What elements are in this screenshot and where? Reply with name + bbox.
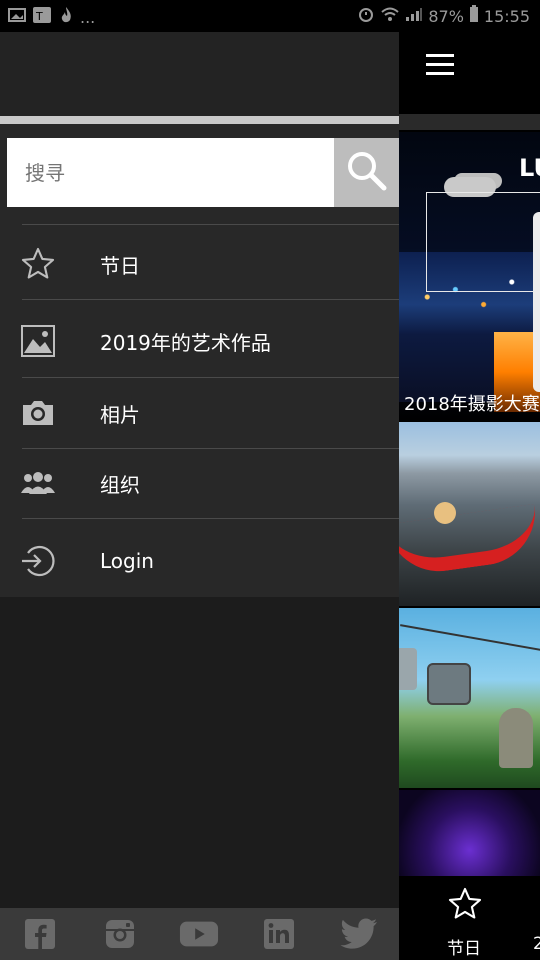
social-bar: [0, 908, 399, 960]
sidebar-item-label: 组织: [100, 472, 140, 497]
tab-next-label[interactable]: 2: [533, 934, 540, 954]
camera-icon: [20, 395, 56, 431]
alarm-icon: [357, 5, 375, 27]
battery-percent: 87%: [428, 6, 464, 26]
star-icon: [20, 246, 56, 282]
login-icon: [20, 543, 56, 579]
facebook-icon[interactable]: [20, 914, 60, 954]
cable-line: [400, 624, 540, 654]
menu-divider: [22, 518, 399, 519]
sidebar-item-label: 节日: [100, 253, 140, 278]
header-divider: [399, 114, 540, 130]
sidebar-item-login[interactable]: Login: [0, 524, 399, 598]
drawer-separator: [0, 116, 399, 124]
search-button[interactable]: [334, 138, 399, 207]
instagram-icon[interactable]: [100, 914, 140, 954]
more-dots-icon: ...: [80, 7, 96, 27]
feature-card-cable-car[interactable]: [399, 608, 540, 788]
image-icon: [20, 323, 56, 359]
twitter-icon[interactable]: [339, 914, 379, 954]
cable-car-shape: [399, 648, 417, 690]
battery-icon: [469, 5, 479, 27]
sidebar-item-label: 2019年的艺术作品: [100, 330, 271, 355]
linkedin-icon[interactable]: [259, 914, 299, 954]
gallery-icon: [8, 7, 26, 27]
menu-divider: [22, 299, 399, 300]
drawer-header: [0, 32, 399, 116]
feature-card-photo-contest[interactable]: LU 2018年摄影大赛: [399, 132, 540, 422]
tab-festival-label[interactable]: 节日: [447, 934, 481, 959]
wifi-icon: [380, 6, 400, 26]
app-header: [399, 32, 540, 114]
side-popup-edge: [533, 212, 540, 392]
statue-shape: [499, 708, 533, 768]
hammock-shape: [399, 503, 540, 579]
group-icon: [20, 465, 56, 501]
sidebar-item-label: 相片: [100, 402, 140, 427]
feature-card-hammock[interactable]: [399, 422, 540, 606]
clock: 15:55: [483, 6, 530, 26]
feature-card-stage[interactable]: [399, 790, 540, 876]
bottom-tab-bar: 节日 2: [399, 876, 540, 960]
search-input[interactable]: [23, 159, 327, 186]
sidebar-item-photos[interactable]: 相片: [0, 376, 399, 450]
sidebar-item-festival[interactable]: 节日: [0, 227, 399, 301]
person-shape: [434, 502, 456, 524]
cable-car-shape: [427, 663, 471, 705]
flame-icon: [58, 6, 74, 28]
menu-divider: [22, 224, 399, 225]
sidebar-item-label: Login: [100, 549, 154, 573]
navigation-drawer: 节日 2019年的艺术作品 相片 组织 Login: [0, 32, 399, 960]
main-content: LU 2018年摄影大赛 节日 2: [399, 32, 540, 960]
translate-icon: T: [32, 6, 52, 28]
star-icon[interactable]: [447, 886, 483, 926]
sidebar-item-artworks[interactable]: 2019年的艺术作品: [0, 304, 399, 378]
youtube-icon[interactable]: [179, 914, 219, 954]
search-icon: [345, 149, 389, 197]
photo-frame-outline: [426, 192, 540, 292]
sidebar-item-organization[interactable]: 组织: [0, 446, 399, 520]
search-field[interactable]: [7, 138, 334, 207]
svg-text:T: T: [35, 10, 43, 23]
card-caption: 2018年摄影大赛: [404, 394, 540, 415]
signal-icon: [405, 6, 423, 26]
status-bar: T ... 87% 15:55: [0, 0, 540, 32]
banner-title: LU: [519, 154, 540, 182]
hamburger-menu-icon[interactable]: [426, 54, 454, 76]
